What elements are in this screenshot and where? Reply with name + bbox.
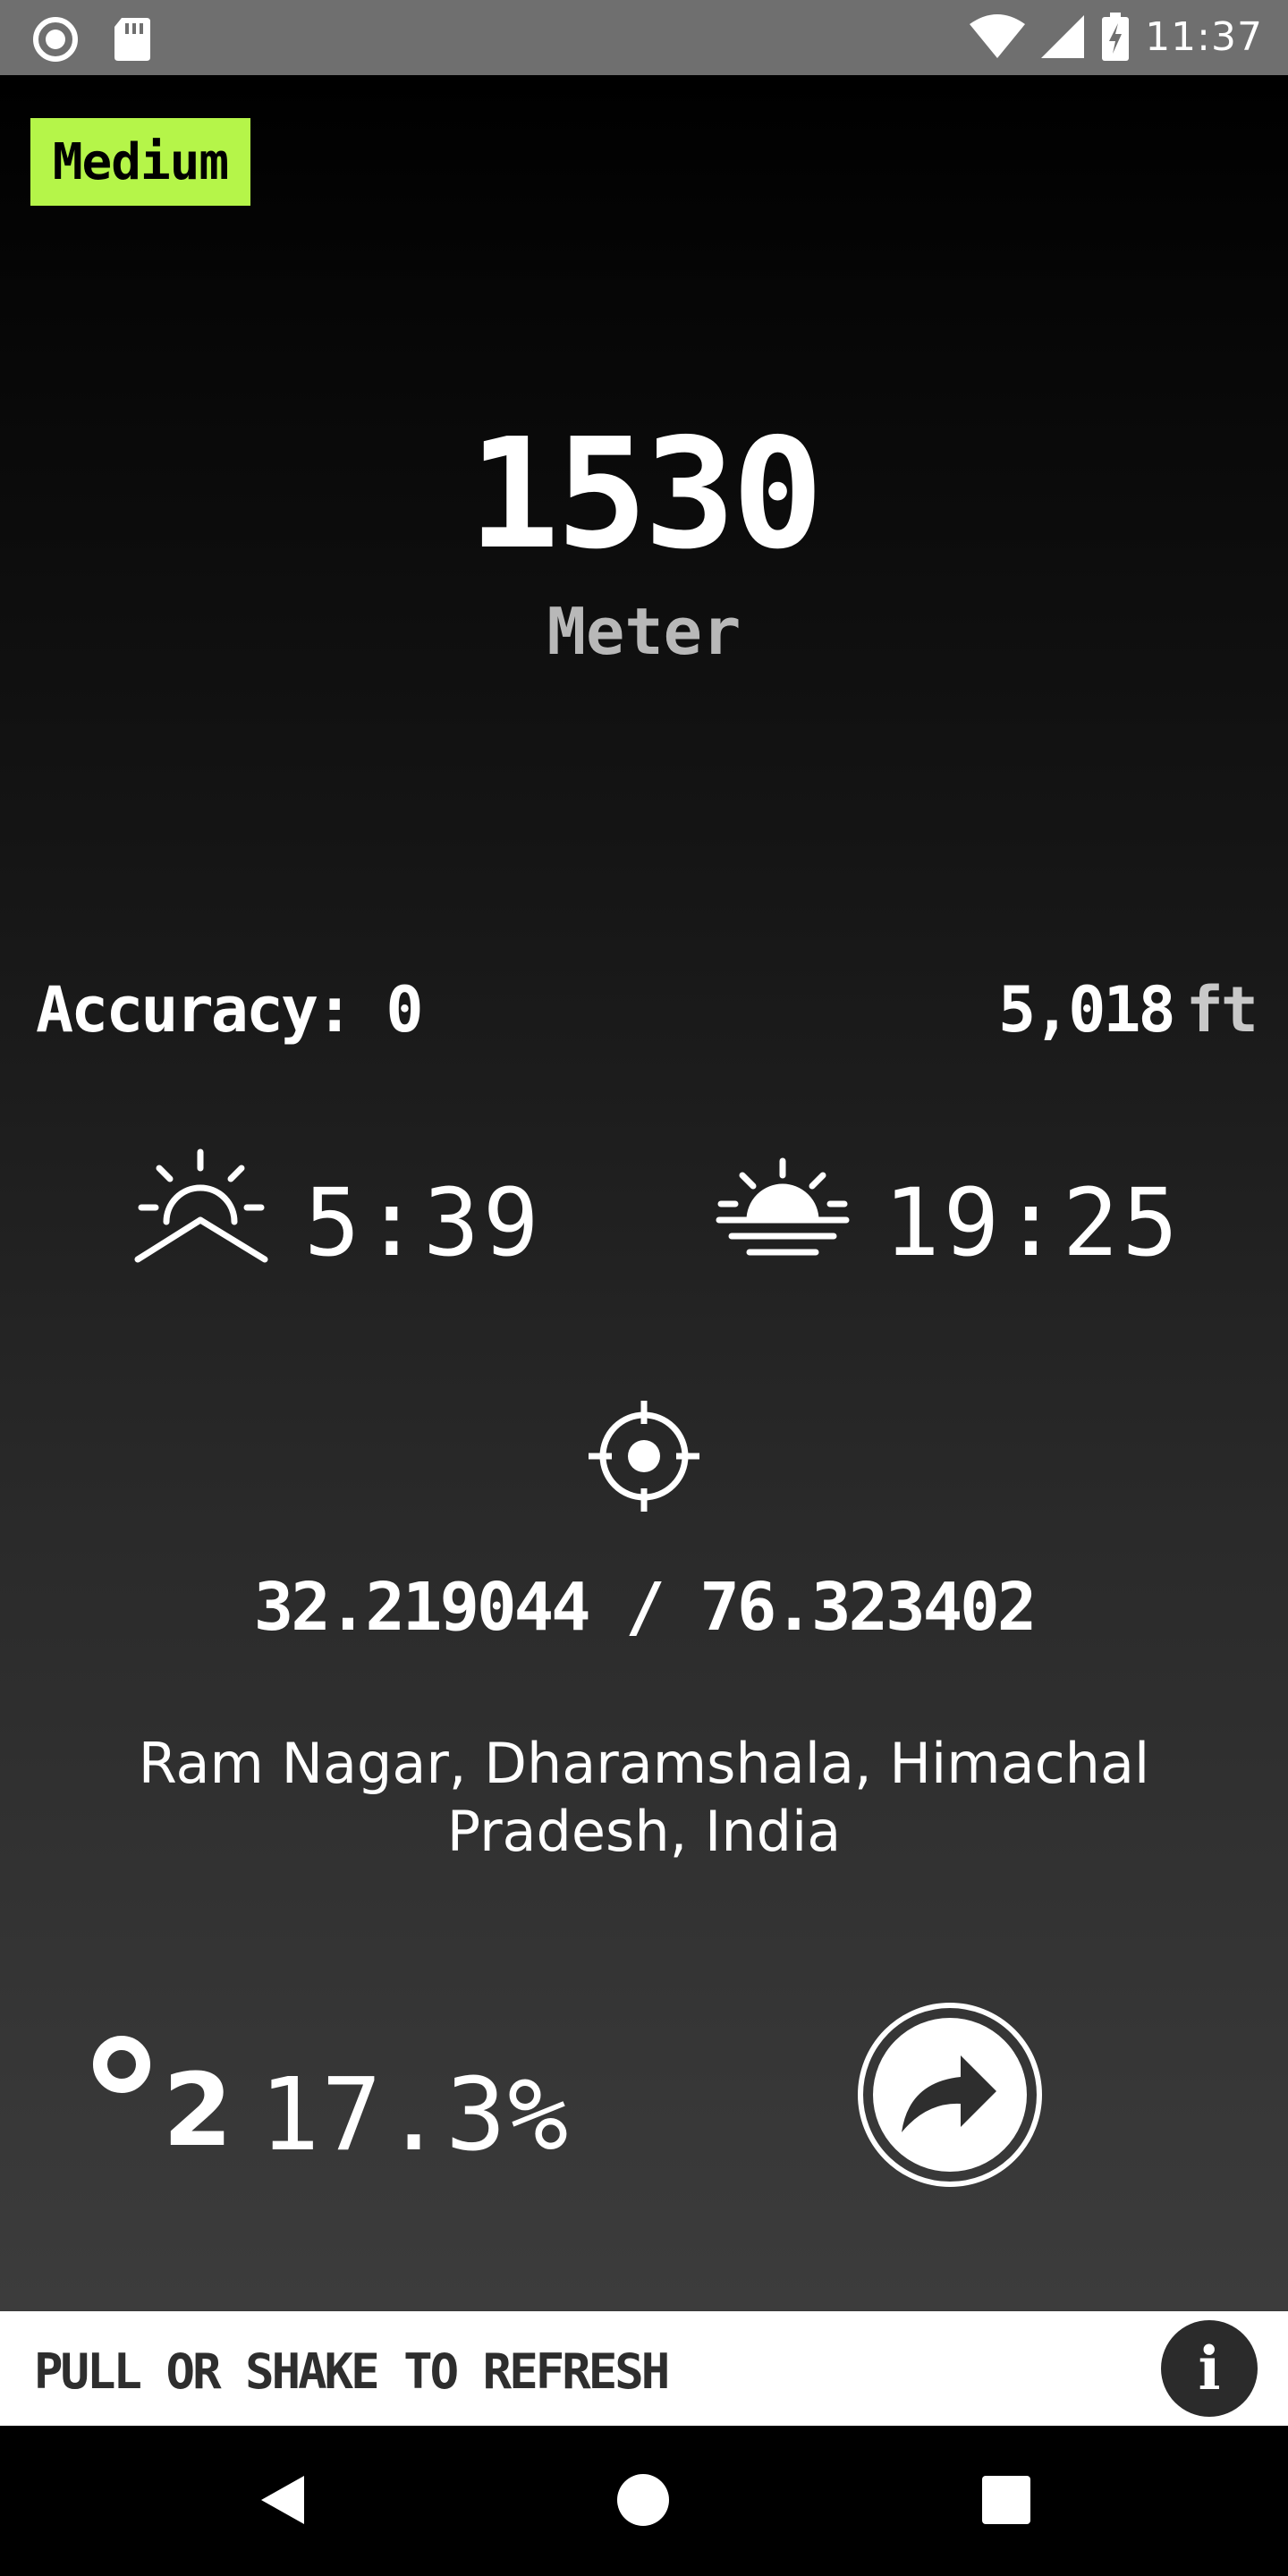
refresh-bar[interactable]: PULL OR SHAKE TO REFRESH i	[0, 2311, 1288, 2426]
info-button[interactable]: i	[1161, 2320, 1258, 2417]
oxygen-symbol-subscript: 2	[163, 2053, 233, 2169]
status-bar: 11:37	[0, 0, 1288, 75]
sun-times-row: 5:39 19:25	[0, 1148, 1288, 1292]
sunrise-time: 5:39	[304, 1168, 543, 1277]
back-icon[interactable]	[258, 2472, 308, 2528]
altitude-unit: Meter	[547, 594, 741, 669]
signal-icon	[1041, 15, 1085, 58]
oxygen-icon: 2	[93, 2025, 236, 2168]
record-icon	[33, 17, 78, 62]
recents-icon[interactable]	[982, 2476, 1030, 2524]
gps-target-icon[interactable]	[585, 1397, 703, 1515]
oxygen-symbol-o	[93, 2036, 150, 2093]
main-panel[interactable]: Medium 1530 Meter Accuracy: 0 5,018 ft 5:…	[0, 75, 1288, 2311]
accuracy-level-badge: Medium	[30, 118, 250, 206]
sunset-time: 19:25	[884, 1168, 1182, 1277]
sd-card-icon	[114, 18, 150, 61]
status-time: 11:37	[1145, 13, 1263, 60]
sunset-icon	[716, 1157, 850, 1256]
feet-value: 5,018	[997, 973, 1176, 1046]
accuracy-label: Accuracy: 0	[36, 973, 424, 1046]
home-icon[interactable]	[617, 2474, 669, 2526]
sunrise-icon	[134, 1148, 268, 1263]
altitude-feet: 5,018 ft	[997, 973, 1258, 1046]
address: Ram Nagar, Dharamshala, Himachal Pradesh…	[138, 1731, 1150, 1864]
altitude-value: 1530	[468, 406, 823, 583]
wifi-icon	[970, 14, 1026, 58]
refresh-hint: PULL OR SHAKE TO REFRESH	[34, 2343, 670, 2400]
coordinates: 32.219044 / 76.323402	[253, 1569, 1038, 1646]
oxygen-row: 2 17.3%	[0, 2025, 1288, 2204]
share-button[interactable]	[855, 2000, 1045, 2190]
oxygen-value: 17.3%	[259, 2057, 571, 2174]
feet-unit: ft	[1185, 973, 1258, 1046]
battery-charging-icon	[1102, 13, 1130, 61]
navigation-bar	[0, 2426, 1288, 2576]
